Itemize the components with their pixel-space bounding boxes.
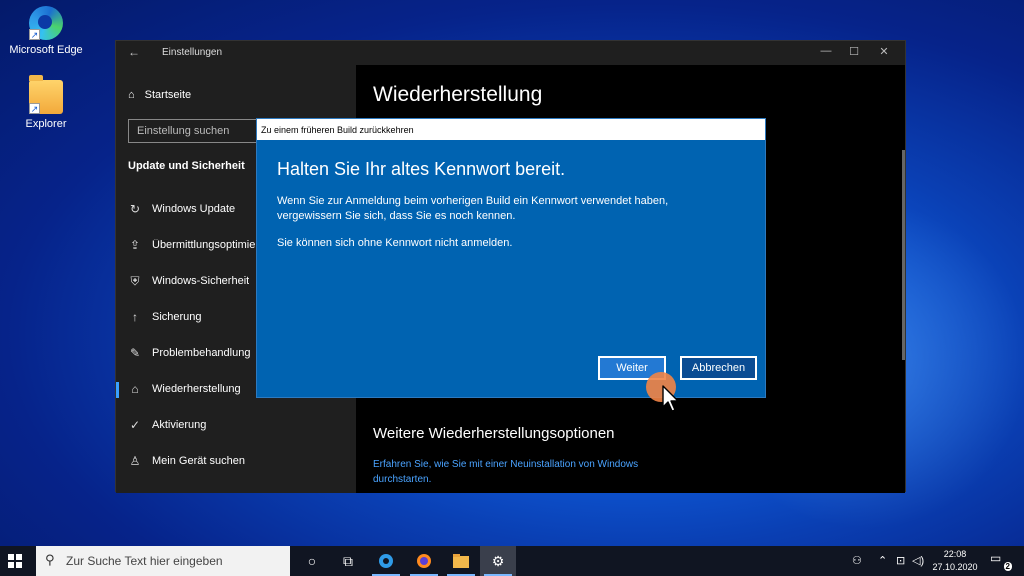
folder-icon: ↗ <box>29 75 63 114</box>
section-title: Update und Sicherheit <box>128 160 245 172</box>
taskbar-explorer-icon[interactable] <box>443 546 479 576</box>
people-icon[interactable]: ⚇ <box>852 554 862 567</box>
edge-icon: ↗ <box>29 6 63 40</box>
dialog-heading: Halten Sie Ihr altes Kennwort bereit. <box>277 159 566 179</box>
taskbar-clock[interactable]: 22:08 27.10.2020 <box>928 548 982 574</box>
search-icon: ⚲ <box>45 552 55 567</box>
clock-date: 27.10.2020 <box>932 562 978 572</box>
back-arrow-icon[interactable]: ← <box>128 45 140 59</box>
taskbar-edge-icon[interactable] <box>368 546 404 576</box>
desktop-icon-label: Microsoft Edge <box>9 44 83 56</box>
notification-count-badge: 2 <box>1003 562 1012 571</box>
wrench-icon: ✎ <box>129 346 141 360</box>
dialog-paragraph: Sie können sich ohne Kennwort nicht anme… <box>277 237 513 249</box>
sidebar-home-label: Startseite <box>144 89 192 101</box>
dialog-title: Zu einem früheren Build zurückkehren <box>257 119 765 140</box>
volume-icon[interactable]: ◁) <box>912 554 924 567</box>
check-circle-icon: ✓ <box>129 418 141 432</box>
sidebar-item-find-my-device[interactable]: ♙ Mein Gerät suchen <box>116 443 356 479</box>
page-title: Wiederherstellung <box>373 83 543 106</box>
cancel-button[interactable]: Abbrechen <box>680 356 757 380</box>
home-icon: ⌂ <box>128 89 135 101</box>
sidebar-item-label: Mein Gerät suchen <box>152 455 245 467</box>
clock-time: 22:08 <box>943 549 967 559</box>
task-view-icon[interactable]: ⧉ <box>330 546 366 576</box>
scrollbar[interactable] <box>902 150 905 360</box>
desktop-icon-edge[interactable]: ↗ Microsoft Edge <box>8 6 84 56</box>
sidebar-item-label: Aktivierung <box>152 419 207 431</box>
sidebar-home[interactable]: ⌂ Startseite <box>128 89 191 101</box>
recovery-icon: ⌂ <box>131 382 139 396</box>
minimize-button[interactable]: — <box>816 45 836 57</box>
maximize-button[interactable]: ☐ <box>844 45 864 58</box>
sidebar-item-label: Windows Update <box>152 203 236 215</box>
close-button[interactable]: ✕ <box>874 45 894 58</box>
sidebar-item-activation[interactable]: ✓ Aktivierung <box>116 407 356 443</box>
network-icon[interactable]: ⊡ <box>896 554 905 567</box>
window-title: Einstellungen <box>162 47 223 58</box>
chevron-up-icon[interactable]: ⌃ <box>878 554 887 567</box>
delivery-icon: ⇪ <box>129 238 141 252</box>
shield-icon: ⛨ <box>130 273 140 288</box>
taskbar-search-placeholder: Zur Suche Text hier eingeben <box>66 554 223 568</box>
taskbar: ⚲ Zur Suche Text hier eingeben ○ ⧉ ⚙ ⚇ ⌃… <box>0 546 1024 576</box>
sidebar-item-label: Problembehandlung <box>152 347 251 359</box>
taskbar-settings-gear-icon[interactable]: ⚙ <box>480 546 516 576</box>
person-location-icon: ♙ <box>129 454 141 468</box>
taskbar-search-input[interactable]: ⚲ Zur Suche Text hier eingeben <box>36 546 290 576</box>
more-options-heading: Weitere Wiederherstellungsoptionen <box>373 425 615 442</box>
dialog-paragraph: Wenn Sie zur Anmeldung beim vorherigen B… <box>277 195 669 222</box>
backup-icon: ↑ <box>132 310 138 324</box>
sidebar-item-label: Sicherung <box>152 311 202 323</box>
notification-center-icon[interactable]: ▭ 2 <box>990 551 1012 571</box>
sidebar-item-label: Wiederherstellung <box>152 383 241 395</box>
mouse-cursor-icon <box>662 385 679 412</box>
windows-start-icon[interactable] <box>8 554 22 568</box>
clean-install-link[interactable]: Erfahren Sie, wie Sie mit einer Neuinsta… <box>373 457 673 487</box>
cortana-circle-icon[interactable]: ○ <box>294 546 330 576</box>
desktop-icon-explorer[interactable]: ↗ Explorer <box>8 75 84 130</box>
go-back-dialog: Zu einem früheren Build zurückkehren Hal… <box>256 118 766 398</box>
desktop-icon-label: Explorer <box>25 118 67 130</box>
sidebar-item-label: Windows-Sicherheit <box>152 275 250 287</box>
title-bar: ← Einstellungen — ☐ ✕ <box>116 41 905 65</box>
refresh-icon: ↻ <box>129 202 141 216</box>
taskbar-firefox-icon[interactable] <box>406 546 442 576</box>
